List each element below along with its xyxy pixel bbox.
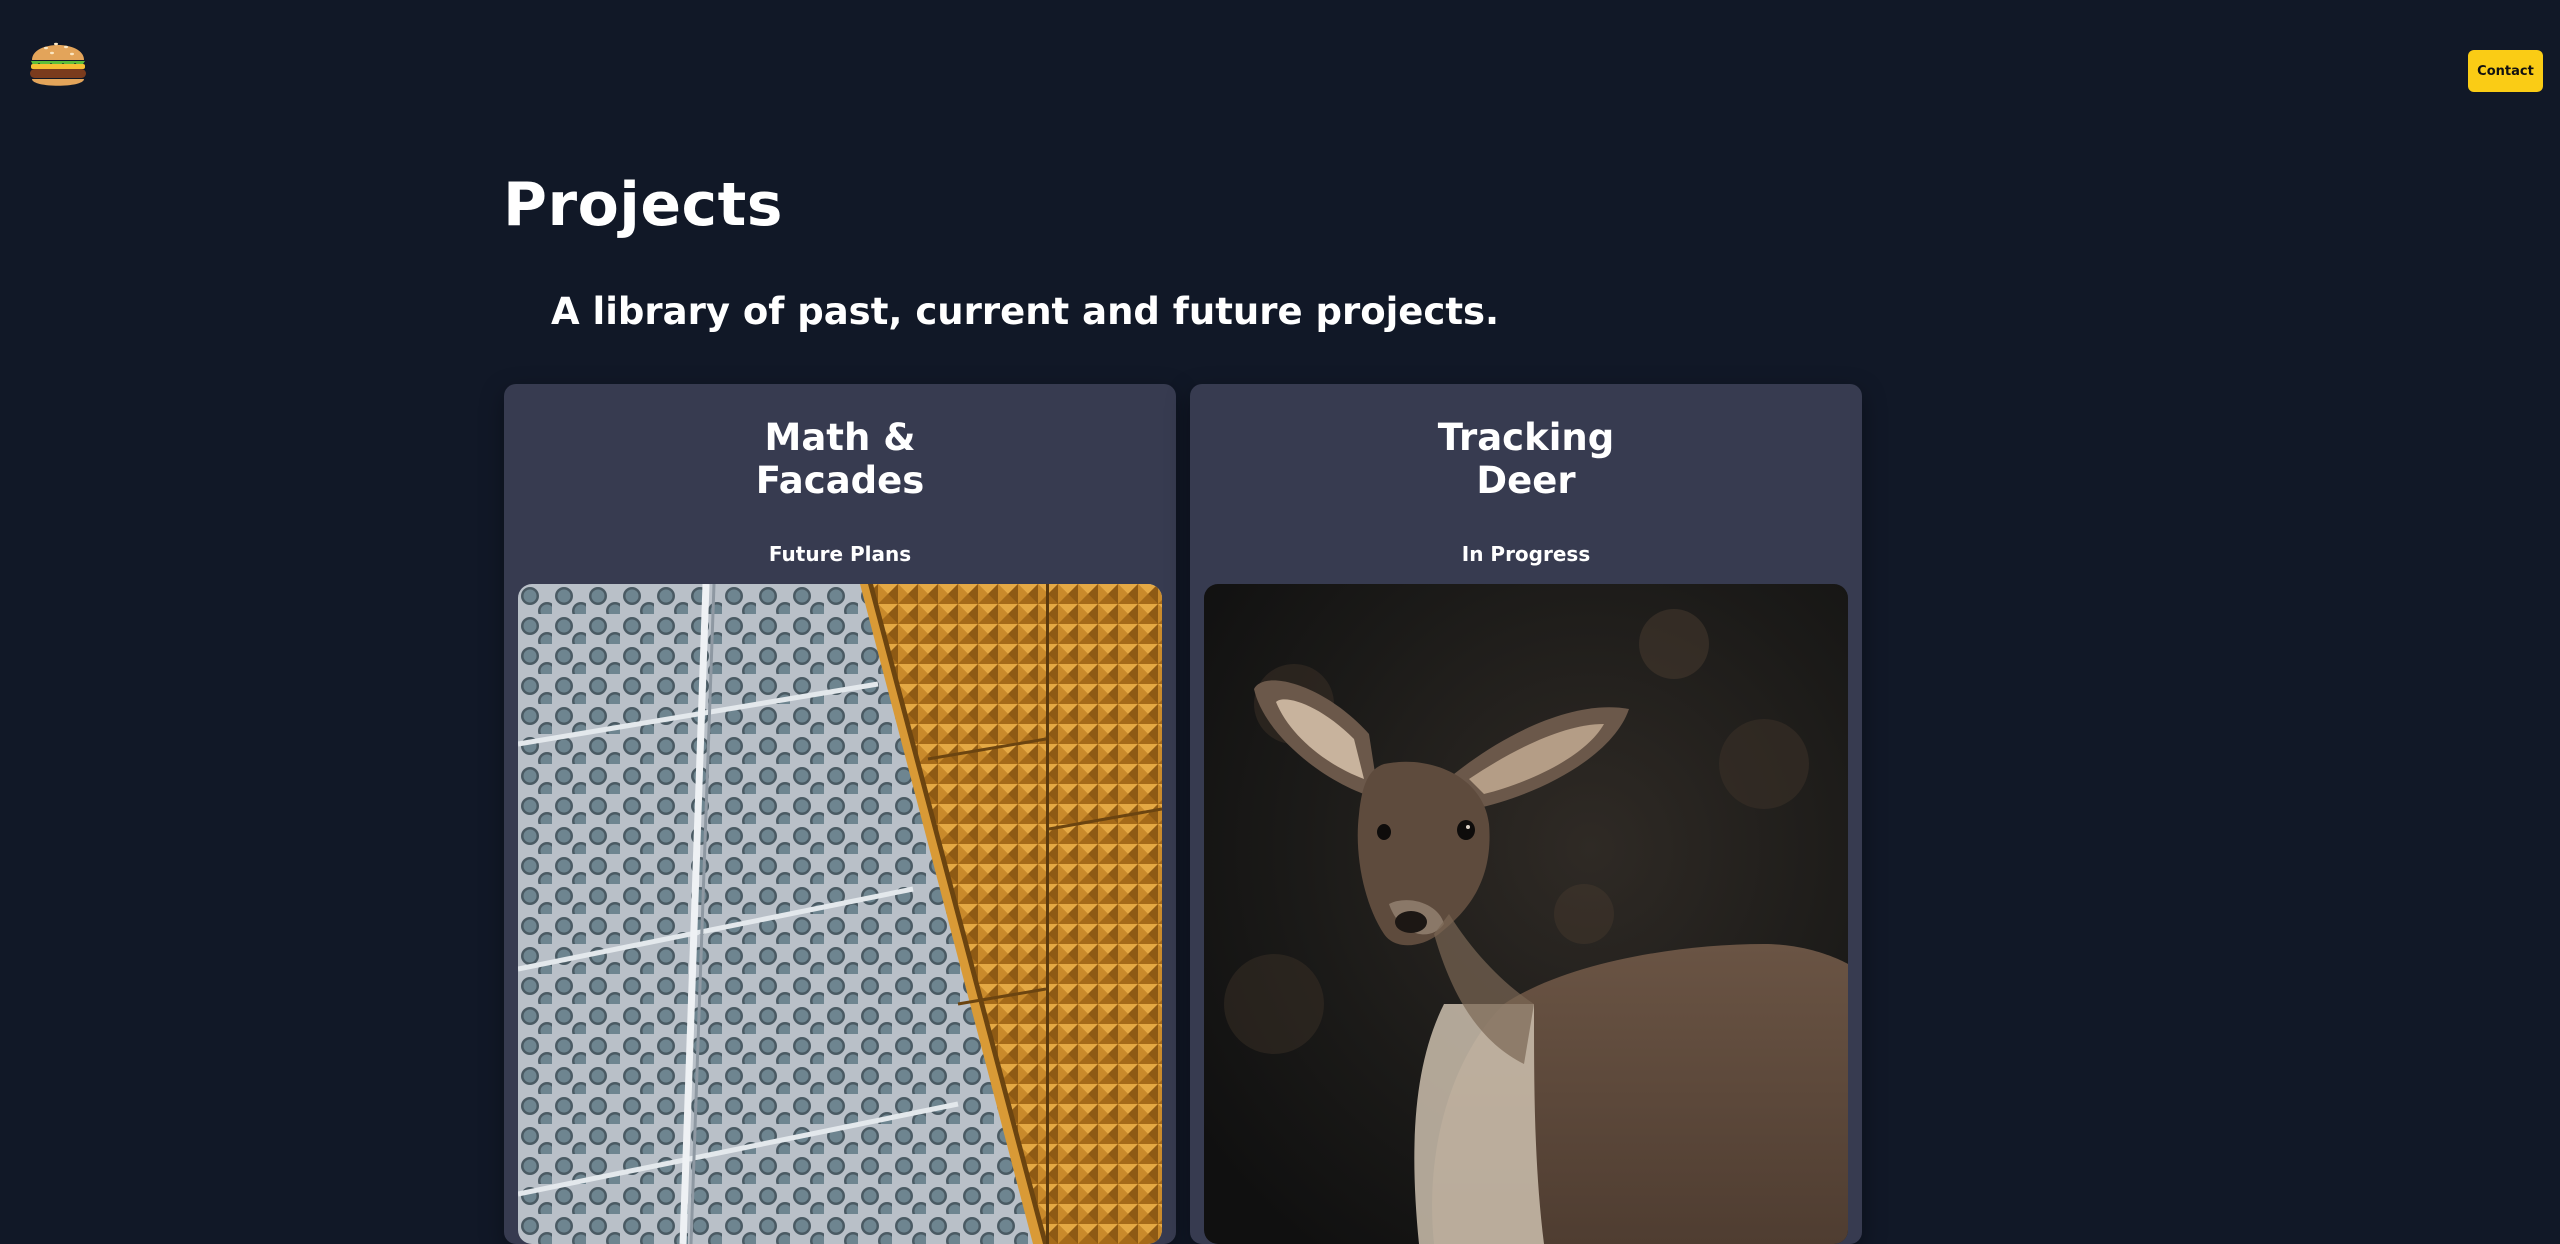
hamburger-logo-icon[interactable] [26,30,90,94]
project-card-title: Math & Facades [755,416,925,502]
deer-photo [1204,584,1848,1244]
page-subtitle: A library of past, current and future pr… [551,290,1500,333]
project-card-status: Future Plans [768,542,912,566]
project-card-tracking-deer[interactable]: Tracking Deer In Progress [1190,384,1862,1244]
page-title: Projects [503,170,784,240]
facade-photo [518,584,1162,1244]
project-card-math-facades[interactable]: Math & Facades Future Plans [504,384,1176,1244]
project-card-title: Tracking Deer [1437,416,1615,502]
contact-button[interactable]: Contact [2468,50,2543,92]
project-card-status: In Progress [1461,542,1591,566]
